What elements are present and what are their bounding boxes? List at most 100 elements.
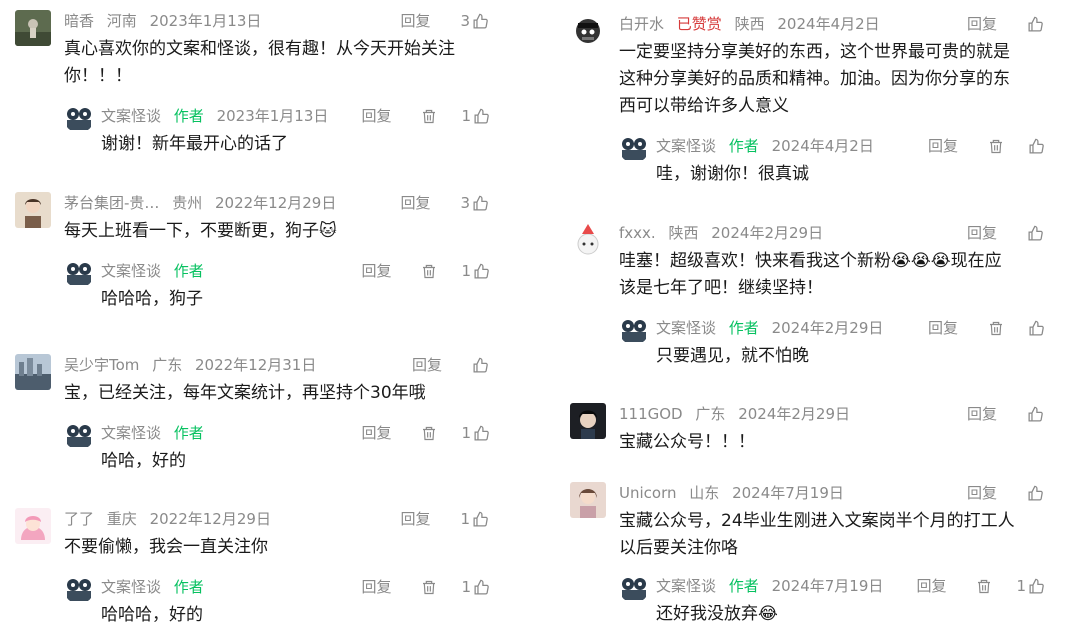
reply-button[interactable]: 回复	[361, 105, 391, 127]
trash-icon[interactable]	[421, 263, 437, 280]
comment-item: 茅台集团-贵… 贵州 2022年12月29日 回复 3 每天上班看一下，不要断更…	[15, 192, 495, 322]
like-button[interactable]: 3	[460, 10, 489, 32]
thumb-up-icon	[1027, 406, 1044, 423]
author-tag: 作者	[173, 107, 204, 125]
author-name[interactable]: 文案怪谈	[101, 262, 161, 280]
comment-text: 不要偷懒，我会一直关注你	[64, 534, 489, 561]
comment-date: 2024年7月19日	[732, 484, 844, 502]
avatar[interactable]	[570, 222, 606, 258]
reply-button[interactable]: 回复	[400, 508, 430, 530]
author-reply: 文案怪谈 作者 回复 1 哈哈，好的	[64, 420, 490, 472]
author-avatar[interactable]	[64, 420, 94, 450]
author-name[interactable]: 文案怪谈	[101, 424, 161, 442]
reply-button[interactable]: 回复	[928, 135, 958, 157]
reply-button[interactable]: 回复	[361, 260, 391, 282]
author-name[interactable]: 文案怪谈	[656, 577, 716, 595]
avatar[interactable]	[570, 482, 606, 518]
like-button[interactable]: 1	[461, 105, 490, 127]
like-button[interactable]: 1	[1016, 575, 1045, 597]
like-button[interactable]	[1027, 225, 1044, 242]
author-name[interactable]: 文案怪谈	[101, 107, 161, 125]
trash-icon[interactable]	[988, 320, 1004, 337]
author-tag: 作者	[173, 262, 204, 280]
like-button[interactable]	[1028, 320, 1045, 337]
reply-text: 哈哈哈，好的	[101, 605, 203, 625]
author-avatar[interactable]	[619, 133, 649, 163]
trash-icon[interactable]	[421, 425, 437, 442]
like-button[interactable]: 1	[461, 422, 490, 444]
comment-text-line: 该是七年了吧！继续坚持！	[619, 278, 823, 298]
like-button[interactable]: 1	[461, 260, 490, 282]
thumb-up-icon	[473, 579, 490, 596]
comment-text-line: 哇塞！超级喜欢！快来看我这个新粉😭😭😭现在应	[619, 251, 1002, 271]
trash-icon[interactable]	[988, 138, 1004, 155]
comment-item: Unicorn 山东 2024年7月19日 回复 宝藏公众号，24毕业生刚进入文…	[570, 482, 1050, 627]
reply-text: 还好我没放弃😂	[656, 604, 778, 624]
reply-actions: 回复	[928, 135, 1045, 157]
commenter-name[interactable]: fxxx.	[619, 224, 656, 242]
author-avatar[interactable]	[619, 573, 649, 603]
commenter-location: 贵州	[172, 194, 203, 212]
like-button[interactable]	[1027, 406, 1044, 423]
reply-button[interactable]: 回复	[400, 192, 430, 214]
reply-meta: 文案怪谈 作者 2023年1月13日	[101, 105, 336, 127]
commenter-location: 陕西	[734, 15, 765, 33]
like-button[interactable]	[1027, 485, 1044, 502]
comment-meta: 暗香 河南 2023年1月13日	[64, 10, 269, 32]
comment-actions: 回复	[967, 13, 1044, 35]
author-name[interactable]: 文案怪谈	[101, 578, 161, 596]
commenter-name[interactable]: Unicorn	[619, 484, 677, 502]
like-button[interactable]: 3	[460, 192, 489, 214]
reply-button[interactable]: 回复	[967, 13, 997, 35]
reply-button[interactable]: 回复	[412, 354, 442, 376]
like-button[interactable]	[1027, 16, 1044, 33]
comment-actions: 回复 3	[400, 192, 489, 214]
trash-icon[interactable]	[421, 579, 437, 596]
like-count: 3	[460, 194, 470, 212]
trash-icon[interactable]	[421, 108, 437, 125]
reply-button[interactable]: 回复	[361, 422, 391, 444]
comment-date: 2022年12月29日	[215, 194, 337, 212]
reply-button[interactable]: 回复	[967, 403, 997, 425]
reply-actions: 回复 1	[916, 575, 1045, 597]
comment-text: 一定要坚持分享美好的东西，这个世界最可贵的就是 这种分享美好的品质和精神。加油。…	[619, 39, 1044, 120]
author-avatar[interactable]	[619, 315, 649, 345]
author-avatar[interactable]	[64, 258, 94, 288]
like-button[interactable]	[472, 357, 489, 374]
like-button[interactable]: 1	[460, 508, 489, 530]
thumb-up-icon	[472, 511, 489, 528]
reply-button[interactable]: 回复	[400, 10, 430, 32]
reply-date: 2023年1月13日	[216, 107, 329, 125]
avatar[interactable]	[570, 403, 606, 439]
commenter-name[interactable]: 了了	[64, 510, 94, 528]
commenter-name[interactable]: 111GOD	[619, 405, 683, 423]
like-button[interactable]	[1028, 138, 1045, 155]
commenter-name[interactable]: 茅台集团-贵…	[64, 194, 159, 212]
avatar[interactable]	[15, 354, 51, 390]
avatar[interactable]	[15, 192, 51, 228]
trash-icon[interactable]	[976, 578, 992, 595]
comment-text-line: 每天上班看一下，不要断更，狗子🐱	[64, 221, 337, 241]
like-count: 1	[461, 262, 471, 280]
author-avatar[interactable]	[64, 103, 94, 133]
avatar[interactable]	[570, 13, 606, 49]
author-name[interactable]: 文案怪谈	[656, 319, 716, 337]
avatar[interactable]	[15, 10, 51, 46]
commenter-name[interactable]: 吴少宇Tom	[64, 356, 139, 374]
like-button[interactable]: 1	[461, 576, 490, 598]
author-avatar[interactable]	[64, 574, 94, 604]
commenter-name[interactable]: 暗香	[64, 12, 94, 30]
reply-button[interactable]: 回复	[967, 482, 997, 504]
comment-item: 111GOD 广东 2024年2月29日 回复 宝藏公众号！！！	[570, 403, 1050, 463]
reply-button[interactable]: 回复	[928, 317, 958, 339]
reply-actions: 回复 1	[361, 105, 490, 127]
avatar[interactable]	[15, 508, 51, 544]
thumb-up-icon	[473, 108, 490, 125]
commenter-name[interactable]: 白开水	[619, 15, 664, 33]
reply-button[interactable]: 回复	[967, 222, 997, 244]
reply-button[interactable]: 回复	[916, 575, 946, 597]
reply-button[interactable]: 回复	[361, 576, 391, 598]
comment-item: 吴少宇Tom 广东 2022年12月31日 回复 宝，已经关注，每年文案统计，再…	[15, 354, 495, 484]
author-name[interactable]: 文案怪谈	[656, 137, 716, 155]
reply-text: 谢谢！新年最开心的话了	[101, 134, 288, 154]
